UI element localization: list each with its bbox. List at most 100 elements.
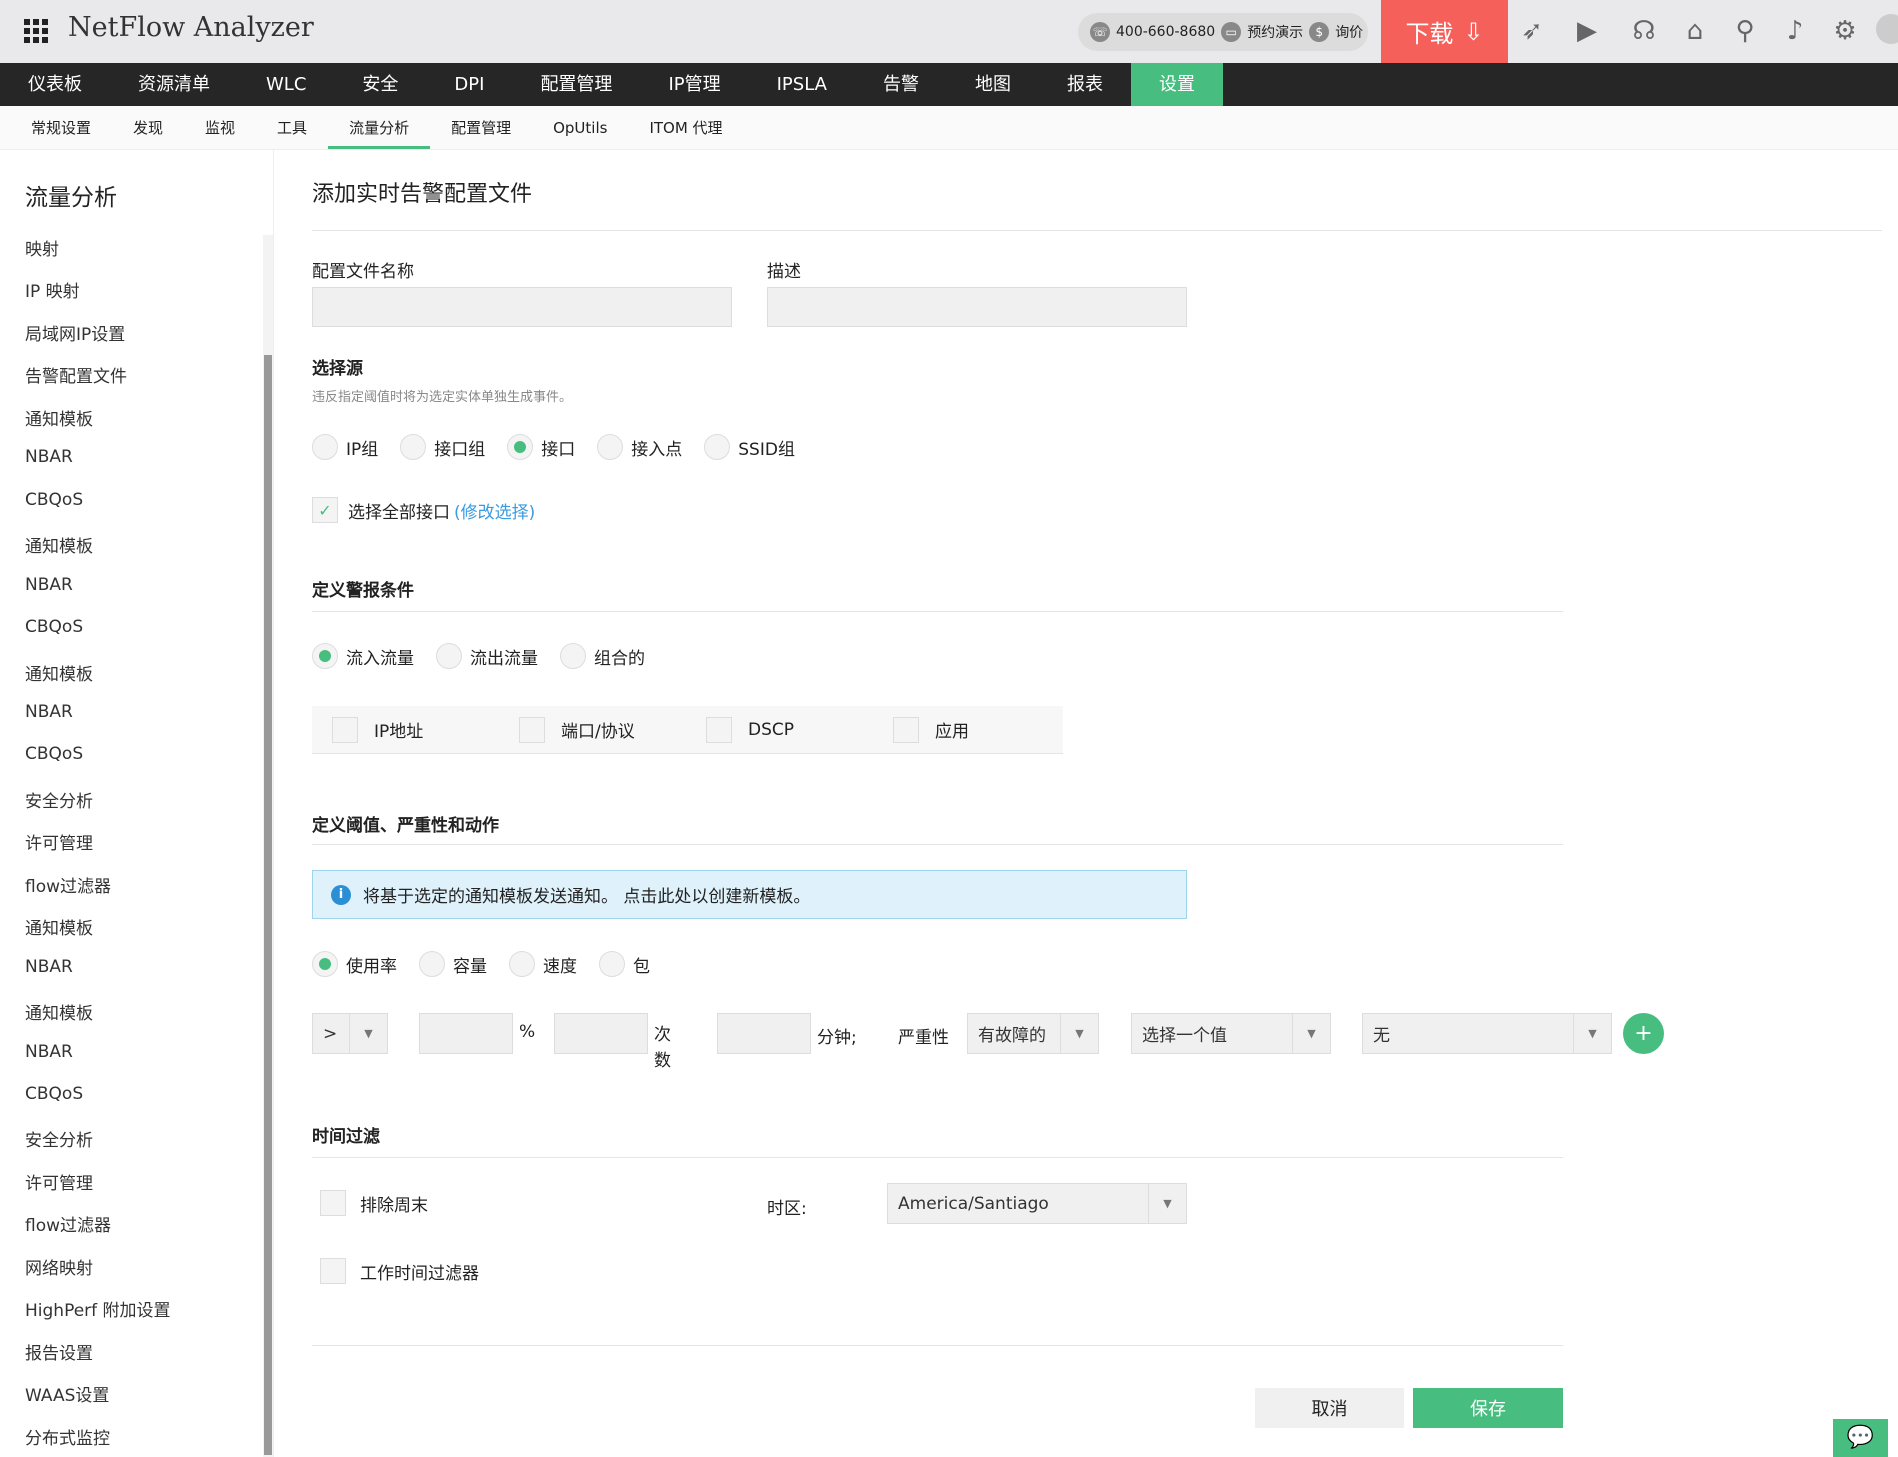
- select-all-checkbox[interactable]: ✓: [312, 497, 338, 523]
- minutes-input[interactable]: [717, 1013, 811, 1054]
- rocket-icon[interactable]: ➶: [1515, 14, 1549, 48]
- radio-button[interactable]: [704, 434, 731, 460]
- gear-icon[interactable]: ⚙: [1828, 14, 1862, 48]
- subnav-item[interactable]: 监视: [184, 106, 256, 149]
- sidebar-item[interactable]: CBQoS: [25, 490, 83, 510]
- sidebar-item[interactable]: NBAR: [25, 1042, 73, 1062]
- nav-item[interactable]: DPI: [426, 63, 512, 106]
- sidebar-item[interactable]: 分布式监控: [25, 1424, 110, 1449]
- filter-option[interactable]: 端口/协议: [519, 716, 635, 743]
- nav-item[interactable]: 资源清单: [110, 63, 238, 106]
- times-input[interactable]: [554, 1013, 648, 1054]
- nav-item[interactable]: WLC: [238, 63, 334, 106]
- radio-button[interactable]: [509, 951, 535, 977]
- demo-link[interactable]: 预约演示: [1247, 22, 1303, 42]
- subnav-item[interactable]: 配置管理: [430, 106, 532, 149]
- nav-item[interactable]: 报表: [1039, 63, 1131, 106]
- work-hours-filter[interactable]: 工作时间过滤器: [320, 1258, 479, 1284]
- nav-item[interactable]: 仪表板: [0, 63, 110, 106]
- nav-item[interactable]: 告警: [855, 63, 947, 106]
- radio-option[interactable]: 使用率: [312, 951, 397, 977]
- subnav-item[interactable]: 流量分析: [328, 106, 431, 149]
- sidebar-item[interactable]: 告警配置文件: [25, 362, 127, 387]
- sidebar-item[interactable]: WAAS设置: [25, 1381, 109, 1406]
- sidebar-item[interactable]: 许可管理: [25, 829, 93, 854]
- severity-select[interactable]: 有故障的 ▼: [967, 1013, 1099, 1054]
- nav-item[interactable]: 安全: [334, 63, 426, 106]
- filter-option[interactable]: IP地址: [332, 716, 423, 743]
- filter-checkbox[interactable]: [519, 716, 545, 743]
- radio-button[interactable]: [400, 434, 427, 460]
- sidebar-scroll-thumb[interactable]: [264, 355, 272, 1455]
- nav-item[interactable]: 设置: [1130, 63, 1223, 106]
- subnav-item[interactable]: ITOM 代理: [628, 106, 743, 149]
- select-all-interfaces[interactable]: ✓ 选择全部接口 (修改选择): [312, 497, 535, 523]
- sidebar-item[interactable]: 通知模板: [25, 914, 93, 939]
- sidebar-item[interactable]: CBQoS: [25, 744, 83, 764]
- nav-item[interactable]: IP管理: [640, 63, 748, 106]
- subnav-item[interactable]: OpUtils: [532, 106, 628, 149]
- cancel-button[interactable]: 取消: [1255, 1388, 1404, 1428]
- radio-option[interactable]: 接入点: [597, 434, 682, 460]
- nav-item[interactable]: 配置管理: [512, 63, 640, 106]
- bell-icon[interactable]: ♪: [1778, 14, 1812, 48]
- radio-option[interactable]: 接口: [507, 434, 575, 460]
- percent-input[interactable]: [419, 1013, 513, 1054]
- sidebar-item[interactable]: 通知模板: [25, 999, 93, 1024]
- sidebar-item[interactable]: NBAR: [25, 447, 73, 467]
- radio-option[interactable]: 速度: [509, 951, 577, 977]
- radio-option[interactable]: 流入流量: [312, 643, 414, 669]
- sidebar-item[interactable]: flow过滤器: [25, 1211, 111, 1236]
- price-link[interactable]: 询价: [1335, 22, 1363, 42]
- radio-button[interactable]: [436, 643, 462, 669]
- radio-button[interactable]: [312, 643, 338, 669]
- description-input[interactable]: [767, 287, 1187, 327]
- info-banner[interactable]: i 将基于选定的通知模板发送通知。 点击此处以创建新模板。: [312, 870, 1187, 919]
- radio-button[interactable]: [597, 434, 624, 460]
- app-grid-icon[interactable]: [24, 19, 48, 43]
- sidebar-item[interactable]: 报告设置: [25, 1339, 93, 1364]
- sidebar-item[interactable]: NBAR: [25, 702, 73, 722]
- sidebar-item[interactable]: 通知模板: [25, 405, 93, 430]
- radio-option[interactable]: 接口组: [400, 434, 485, 460]
- filter-checkbox[interactable]: [893, 716, 919, 743]
- radio-option[interactable]: 包: [599, 951, 650, 977]
- operator-select[interactable]: > ▼: [312, 1013, 388, 1054]
- exclude-weekend-checkbox[interactable]: [320, 1190, 346, 1216]
- sidebar-item[interactable]: CBQoS: [25, 617, 83, 637]
- headset-icon[interactable]: ☊: [1627, 14, 1661, 48]
- timezone-select[interactable]: America/Santiago ▼: [887, 1183, 1187, 1224]
- filter-option[interactable]: DSCP: [706, 716, 794, 743]
- filter-option[interactable]: 应用: [893, 716, 969, 743]
- sidebar-item[interactable]: CBQoS: [25, 1084, 83, 1104]
- sidebar-item[interactable]: 安全分析: [25, 1126, 93, 1151]
- profile-name-input[interactable]: [312, 287, 732, 327]
- radio-button[interactable]: [560, 643, 586, 669]
- action-select[interactable]: 无 ▼: [1362, 1013, 1612, 1054]
- sidebar-item[interactable]: 许可管理: [25, 1169, 93, 1194]
- sidebar-item[interactable]: 网络映射: [25, 1254, 93, 1279]
- radio-option[interactable]: 组合的: [560, 643, 645, 669]
- sidebar-item[interactable]: NBAR: [25, 575, 73, 595]
- sidebar-item[interactable]: NBAR: [25, 957, 73, 977]
- radio-option[interactable]: 流出流量: [436, 643, 538, 669]
- gift-icon[interactable]: ⌂: [1678, 14, 1712, 48]
- sidebar-item[interactable]: HighPerf 附加设置: [25, 1296, 171, 1321]
- work-hours-checkbox[interactable]: [320, 1258, 346, 1284]
- nav-item[interactable]: IPSLA: [749, 63, 855, 106]
- subnav-item[interactable]: 常规设置: [10, 106, 112, 149]
- filter-checkbox[interactable]: [332, 716, 358, 743]
- sidebar-item[interactable]: IP 映射: [25, 277, 80, 302]
- sidebar-item[interactable]: flow过滤器: [25, 872, 111, 897]
- exclude-weekend[interactable]: 排除周末: [320, 1190, 428, 1216]
- search-icon[interactable]: ⚲: [1728, 14, 1762, 48]
- notification-template-select[interactable]: 选择一个值 ▼: [1131, 1013, 1331, 1054]
- sidebar-item[interactable]: 局域网IP设置: [25, 320, 125, 345]
- modify-selection-link[interactable]: (修改选择): [454, 498, 535, 523]
- subnav-item[interactable]: 发现: [112, 106, 184, 149]
- radio-button[interactable]: [599, 951, 625, 977]
- radio-button[interactable]: [312, 434, 338, 460]
- nav-item[interactable]: 地图: [947, 63, 1039, 106]
- radio-button[interactable]: [419, 951, 445, 977]
- subnav-item[interactable]: 工具: [256, 106, 328, 149]
